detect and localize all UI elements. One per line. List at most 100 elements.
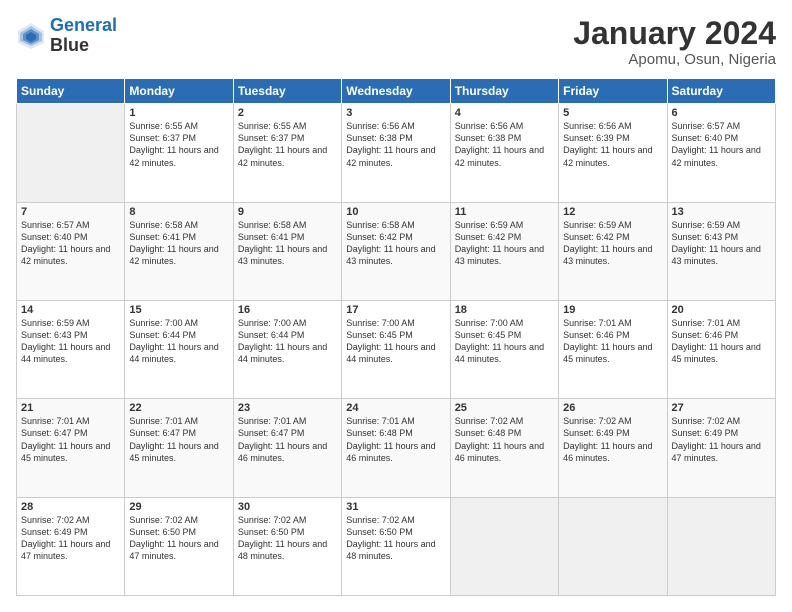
calendar-cell: 27Sunrise: 7:02 AMSunset: 6:49 PMDayligh…: [667, 399, 775, 497]
day-number: 14: [21, 304, 120, 316]
location: Apomu, Osun, Nigeria: [573, 51, 776, 68]
cell-details: Sunrise: 6:58 AMSunset: 6:41 PMDaylight:…: [238, 219, 337, 268]
calendar-cell: 30Sunrise: 7:02 AMSunset: 6:50 PMDayligh…: [233, 497, 341, 595]
day-number: 29: [129, 501, 228, 513]
day-number: 13: [672, 206, 771, 218]
day-number: 10: [346, 206, 445, 218]
calendar-cell: 9Sunrise: 6:58 AMSunset: 6:41 PMDaylight…: [233, 202, 341, 300]
day-number: 30: [238, 501, 337, 513]
day-header-saturday: Saturday: [667, 79, 775, 104]
cell-details: Sunrise: 7:00 AMSunset: 6:44 PMDaylight:…: [238, 317, 337, 366]
calendar-cell: [17, 104, 125, 202]
calendar-cell: 2Sunrise: 6:55 AMSunset: 6:37 PMDaylight…: [233, 104, 341, 202]
cell-details: Sunrise: 7:02 AMSunset: 6:49 PMDaylight:…: [672, 415, 771, 464]
cell-details: Sunrise: 7:02 AMSunset: 6:50 PMDaylight:…: [238, 514, 337, 563]
day-number: 27: [672, 402, 771, 414]
title-area: January 2024 Apomu, Osun, Nigeria: [573, 16, 776, 68]
day-number: 28: [21, 501, 120, 513]
day-header-thursday: Thursday: [450, 79, 558, 104]
cell-details: Sunrise: 6:57 AMSunset: 6:40 PMDaylight:…: [672, 120, 771, 169]
day-header-tuesday: Tuesday: [233, 79, 341, 104]
calendar-cell: 7Sunrise: 6:57 AMSunset: 6:40 PMDaylight…: [17, 202, 125, 300]
calendar-cell: 3Sunrise: 6:56 AMSunset: 6:38 PMDaylight…: [342, 104, 450, 202]
day-number: 12: [563, 206, 662, 218]
calendar-cell: 6Sunrise: 6:57 AMSunset: 6:40 PMDaylight…: [667, 104, 775, 202]
cell-details: Sunrise: 7:02 AMSunset: 6:49 PMDaylight:…: [21, 514, 120, 563]
calendar-cell: 10Sunrise: 6:58 AMSunset: 6:42 PMDayligh…: [342, 202, 450, 300]
calendar-cell: 18Sunrise: 7:00 AMSunset: 6:45 PMDayligh…: [450, 300, 558, 398]
calendar-cell: 21Sunrise: 7:01 AMSunset: 6:47 PMDayligh…: [17, 399, 125, 497]
day-header-wednesday: Wednesday: [342, 79, 450, 104]
day-number: 23: [238, 402, 337, 414]
header: General Blue January 2024 Apomu, Osun, N…: [16, 16, 776, 68]
calendar-cell: 14Sunrise: 6:59 AMSunset: 6:43 PMDayligh…: [17, 300, 125, 398]
calendar-table: SundayMondayTuesdayWednesdayThursdayFrid…: [16, 78, 776, 596]
cell-details: Sunrise: 7:01 AMSunset: 6:46 PMDaylight:…: [563, 317, 662, 366]
day-number: 2: [238, 107, 337, 119]
calendar-cell: 19Sunrise: 7:01 AMSunset: 6:46 PMDayligh…: [559, 300, 667, 398]
calendar-week-5: 28Sunrise: 7:02 AMSunset: 6:49 PMDayligh…: [17, 497, 776, 595]
day-number: 26: [563, 402, 662, 414]
calendar-cell: 4Sunrise: 6:56 AMSunset: 6:38 PMDaylight…: [450, 104, 558, 202]
calendar-cell: 8Sunrise: 6:58 AMSunset: 6:41 PMDaylight…: [125, 202, 233, 300]
day-number: 7: [21, 206, 120, 218]
cell-details: Sunrise: 7:01 AMSunset: 6:46 PMDaylight:…: [672, 317, 771, 366]
calendar-cell: 24Sunrise: 7:01 AMSunset: 6:48 PMDayligh…: [342, 399, 450, 497]
cell-details: Sunrise: 6:55 AMSunset: 6:37 PMDaylight:…: [238, 120, 337, 169]
calendar-cell: 26Sunrise: 7:02 AMSunset: 6:49 PMDayligh…: [559, 399, 667, 497]
calendar-cell: 28Sunrise: 7:02 AMSunset: 6:49 PMDayligh…: [17, 497, 125, 595]
day-number: 1: [129, 107, 228, 119]
day-number: 17: [346, 304, 445, 316]
calendar-cell: 12Sunrise: 6:59 AMSunset: 6:42 PMDayligh…: [559, 202, 667, 300]
calendar-cell: [450, 497, 558, 595]
day-number: 24: [346, 402, 445, 414]
calendar-cell: [559, 497, 667, 595]
cell-details: Sunrise: 7:01 AMSunset: 6:47 PMDaylight:…: [21, 415, 120, 464]
logo-line1: General: [50, 15, 117, 35]
cell-details: Sunrise: 6:59 AMSunset: 6:43 PMDaylight:…: [21, 317, 120, 366]
day-number: 15: [129, 304, 228, 316]
calendar-week-1: 1Sunrise: 6:55 AMSunset: 6:37 PMDaylight…: [17, 104, 776, 202]
day-number: 22: [129, 402, 228, 414]
cell-details: Sunrise: 6:55 AMSunset: 6:37 PMDaylight:…: [129, 120, 228, 169]
cell-details: Sunrise: 6:57 AMSunset: 6:40 PMDaylight:…: [21, 219, 120, 268]
cell-details: Sunrise: 7:01 AMSunset: 6:48 PMDaylight:…: [346, 415, 445, 464]
day-number: 19: [563, 304, 662, 316]
logo: General Blue: [16, 16, 117, 56]
cell-details: Sunrise: 6:58 AMSunset: 6:42 PMDaylight:…: [346, 219, 445, 268]
calendar-cell: [667, 497, 775, 595]
page: General Blue January 2024 Apomu, Osun, N…: [0, 0, 792, 612]
cell-details: Sunrise: 6:59 AMSunset: 6:42 PMDaylight:…: [455, 219, 554, 268]
calendar-header-row: SundayMondayTuesdayWednesdayThursdayFrid…: [17, 79, 776, 104]
calendar-week-3: 14Sunrise: 6:59 AMSunset: 6:43 PMDayligh…: [17, 300, 776, 398]
day-number: 9: [238, 206, 337, 218]
cell-details: Sunrise: 6:59 AMSunset: 6:42 PMDaylight:…: [563, 219, 662, 268]
day-number: 16: [238, 304, 337, 316]
calendar-cell: 20Sunrise: 7:01 AMSunset: 6:46 PMDayligh…: [667, 300, 775, 398]
day-number: 4: [455, 107, 554, 119]
day-header-monday: Monday: [125, 79, 233, 104]
cell-details: Sunrise: 6:59 AMSunset: 6:43 PMDaylight:…: [672, 219, 771, 268]
day-number: 5: [563, 107, 662, 119]
day-header-friday: Friday: [559, 79, 667, 104]
calendar-week-2: 7Sunrise: 6:57 AMSunset: 6:40 PMDaylight…: [17, 202, 776, 300]
cell-details: Sunrise: 6:56 AMSunset: 6:38 PMDaylight:…: [455, 120, 554, 169]
calendar-cell: 31Sunrise: 7:02 AMSunset: 6:50 PMDayligh…: [342, 497, 450, 595]
calendar-cell: 23Sunrise: 7:01 AMSunset: 6:47 PMDayligh…: [233, 399, 341, 497]
cell-details: Sunrise: 7:02 AMSunset: 6:48 PMDaylight:…: [455, 415, 554, 464]
cell-details: Sunrise: 7:02 AMSunset: 6:49 PMDaylight:…: [563, 415, 662, 464]
calendar-week-4: 21Sunrise: 7:01 AMSunset: 6:47 PMDayligh…: [17, 399, 776, 497]
cell-details: Sunrise: 7:02 AMSunset: 6:50 PMDaylight:…: [346, 514, 445, 563]
day-number: 21: [21, 402, 120, 414]
calendar-cell: 15Sunrise: 7:00 AMSunset: 6:44 PMDayligh…: [125, 300, 233, 398]
day-number: 18: [455, 304, 554, 316]
day-number: 11: [455, 206, 554, 218]
logo-line2: Blue: [50, 36, 117, 56]
cell-details: Sunrise: 7:01 AMSunset: 6:47 PMDaylight:…: [129, 415, 228, 464]
calendar-cell: 29Sunrise: 7:02 AMSunset: 6:50 PMDayligh…: [125, 497, 233, 595]
calendar-cell: 11Sunrise: 6:59 AMSunset: 6:42 PMDayligh…: [450, 202, 558, 300]
cell-details: Sunrise: 6:56 AMSunset: 6:38 PMDaylight:…: [346, 120, 445, 169]
cell-details: Sunrise: 7:01 AMSunset: 6:47 PMDaylight:…: [238, 415, 337, 464]
day-number: 6: [672, 107, 771, 119]
day-number: 25: [455, 402, 554, 414]
